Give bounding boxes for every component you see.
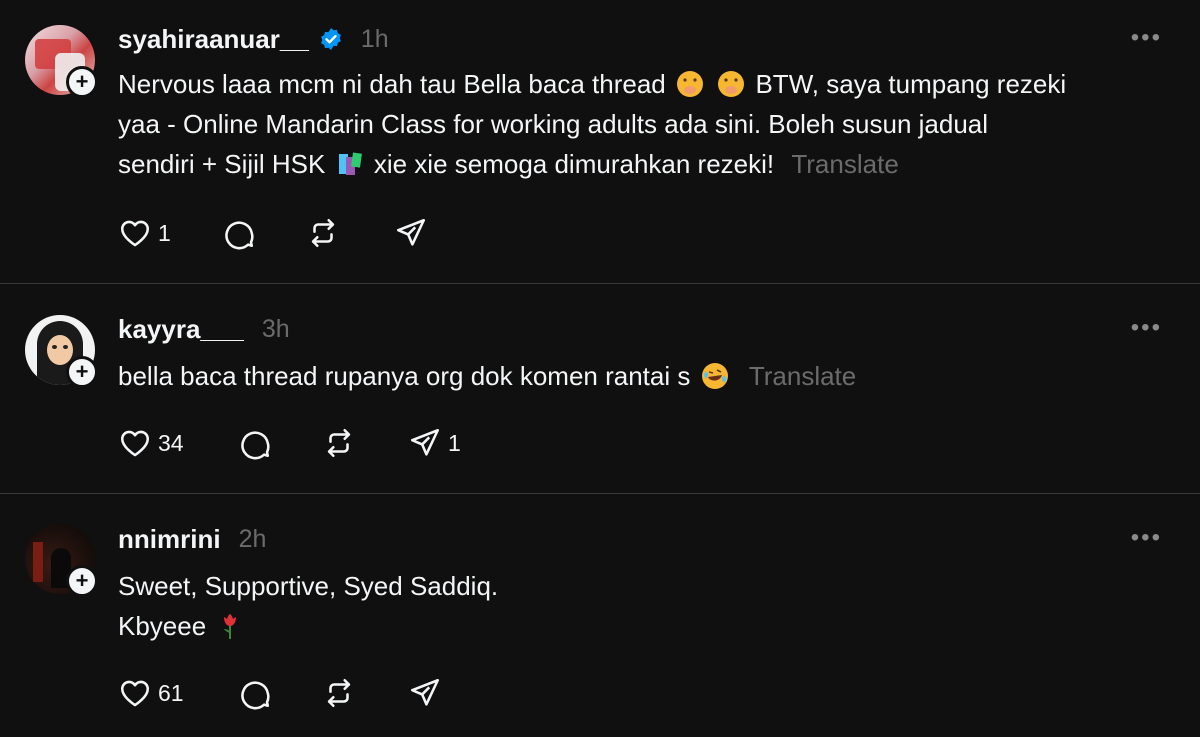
timestamp: 1h [360, 24, 389, 53]
repost-icon [327, 678, 351, 708]
like-count: 34 [158, 429, 184, 456]
comment-button[interactable] [238, 426, 272, 460]
comment-button[interactable] [238, 676, 272, 710]
follow-plus-icon[interactable]: + [66, 66, 98, 98]
username[interactable]: kayyra___ [118, 314, 244, 345]
action-bar: 61 [118, 676, 440, 710]
post-header: nnimrini 2h [118, 522, 266, 556]
post-1: + syahiraanuar__ 1h ••• Nervous laaa mcm… [0, 0, 1200, 284]
like-count: 61 [158, 679, 184, 706]
repost-icon [311, 218, 335, 248]
comment-button[interactable] [222, 216, 256, 250]
heart-icon [120, 220, 150, 247]
timestamp: 2h [238, 524, 267, 553]
action-bar: 1 [118, 216, 426, 250]
post-text: Sweet, Supportive, Syed Saddiq. Kbyeee [118, 571, 499, 641]
repost-icon [327, 428, 351, 458]
repost-button[interactable] [306, 216, 340, 250]
translate-link[interactable]: Translate [791, 149, 898, 179]
share-icon [410, 678, 440, 706]
heart-icon [120, 680, 150, 707]
share-button[interactable] [394, 216, 428, 250]
timestamp: 3h [261, 314, 290, 343]
rose-emoji-icon [224, 614, 237, 639]
shushing-face-emoji-icon [718, 71, 745, 97]
post-text: bella baca thread rupanya org dok komen … [118, 361, 857, 391]
share-button[interactable] [408, 676, 442, 710]
books-emoji-icon [338, 152, 362, 175]
more-icon[interactable]: ••• [1131, 24, 1162, 52]
shushing-face-emoji-icon [677, 71, 703, 97]
follow-plus-icon[interactable]: + [66, 356, 98, 388]
like-button[interactable]: 61 [118, 676, 184, 710]
post-text: Nervous laaa mcm ni dah tau Bella baca t… [118, 69, 1067, 179]
share-icon [410, 428, 440, 456]
share-count: 1 [448, 429, 461, 456]
heart-icon [120, 430, 150, 457]
like-count: 1 [158, 219, 171, 246]
follow-plus-icon[interactable]: + [66, 565, 98, 597]
verified-badge-icon [320, 28, 341, 50]
post-header: syahiraanuar__ 1h [118, 22, 389, 56]
comment-icon [241, 681, 270, 710]
rolling-laughing-emoji-icon [701, 363, 728, 389]
more-icon[interactable]: ••• [1131, 314, 1162, 342]
repost-button[interactable] [322, 426, 356, 460]
comment-icon [225, 221, 254, 250]
repost-button[interactable] [322, 676, 356, 710]
action-bar: 34 1 [118, 426, 461, 460]
comment-icon [241, 431, 270, 460]
like-button[interactable]: 34 [118, 426, 184, 460]
post-3: + nnimrini 2h ••• Sweet, Supportive, Sye… [0, 494, 1200, 737]
post-2: + kayyra___ 3h ••• bella baca thread rup… [0, 284, 1200, 493]
post-header: kayyra___ 3h [118, 312, 290, 346]
like-button[interactable]: 1 [118, 216, 171, 250]
username[interactable]: nnimrini [118, 524, 221, 555]
translate-link[interactable]: Translate [749, 361, 856, 391]
share-icon [396, 218, 426, 246]
share-button[interactable]: 1 [408, 426, 461, 460]
username[interactable]: syahiraanuar__ [118, 24, 309, 55]
more-icon[interactable]: ••• [1131, 524, 1162, 552]
